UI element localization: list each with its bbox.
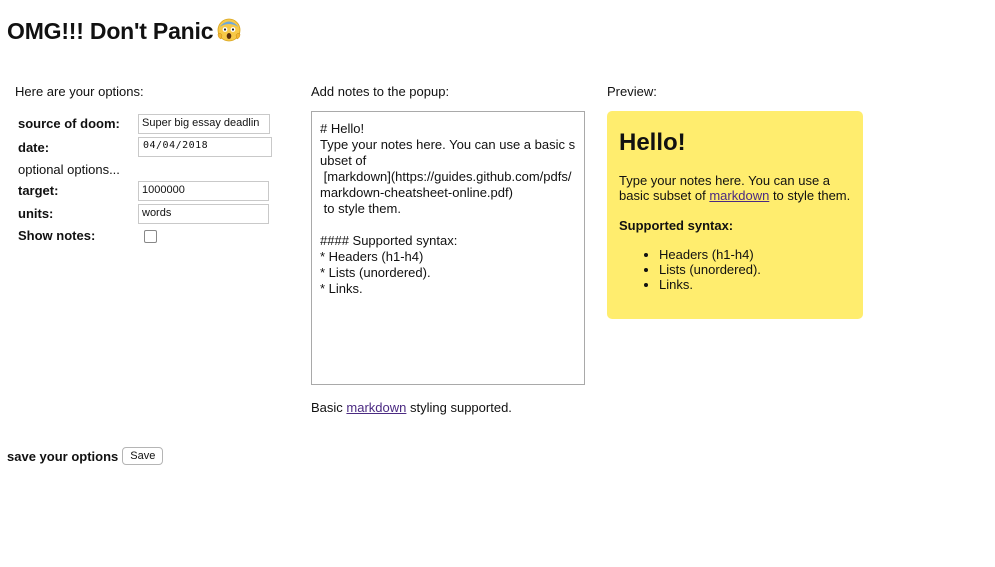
markdown-note: Basic markdown styling supported. <box>311 400 512 415</box>
date-label: date: <box>18 140 50 155</box>
options-heading: Here are your options: <box>15 84 144 99</box>
save-button[interactable]: Save <box>122 447 164 465</box>
page-title: OMG!!! Don't Panic <box>7 15 241 47</box>
preview-list: Headers (h1-h4) Lists (unordered). Links… <box>619 247 851 292</box>
page-title-text: OMG!!! Don't Panic <box>7 18 214 44</box>
date-input[interactable]: 04/04/2018 <box>138 137 272 157</box>
target-row: target: <box>18 183 58 199</box>
notes-heading: Add notes to the popup: <box>311 84 450 99</box>
date-row: date: <box>18 140 49 156</box>
show-notes-label: Show notes: <box>18 228 96 243</box>
optional-heading: optional options... <box>18 162 120 177</box>
preview-paragraph: Type your notes here. You can use a basi… <box>619 173 851 203</box>
units-label: units: <box>18 206 54 221</box>
target-input[interactable]: 1000000 <box>138 181 269 201</box>
source-input[interactable]: Super big essay deadlin <box>138 114 270 134</box>
units-row: units: <box>18 206 53 222</box>
markdown-note-suffix: styling supported. <box>410 400 512 415</box>
list-item: Headers (h1-h4) <box>659 247 851 262</box>
source-row: source of doom: <box>18 116 120 132</box>
list-item: Lists (unordered). <box>659 262 851 277</box>
target-label: target: <box>18 183 59 198</box>
notes-textarea[interactable]: # Hello! Type your notes here. You can u… <box>311 111 585 385</box>
source-label: source of doom: <box>18 116 120 131</box>
preview-h1: Hello! <box>619 129 686 156</box>
preview-markdown-link[interactable]: markdown <box>709 188 769 203</box>
show-notes-checkbox[interactable] <box>144 230 157 243</box>
preview-h4: Supported syntax: <box>619 218 734 233</box>
markdown-link[interactable]: markdown <box>346 400 406 415</box>
save-label: save your options <box>7 448 119 464</box>
units-input[interactable]: words <box>138 204 269 224</box>
options-panel: Here are your options: source of doom: S… <box>15 84 295 243</box>
show-notes-row: Show notes: <box>18 228 168 244</box>
preview-heading: Preview: <box>607 84 657 99</box>
preview-panel: Preview: Hello! Type your notes here. Yo… <box>607 84 867 319</box>
preview-paragraph-suffix: to style them. <box>772 188 851 203</box>
save-row: save your options Save <box>7 447 164 465</box>
markdown-note-prefix: Basic <box>311 400 343 415</box>
list-item: Links. <box>659 277 851 292</box>
notes-panel: Add notes to the popup: # Hello! Type yo… <box>311 84 591 415</box>
preview-card: Hello! Type your notes here. You can use… <box>607 111 863 319</box>
scared-face-icon <box>217 18 241 42</box>
